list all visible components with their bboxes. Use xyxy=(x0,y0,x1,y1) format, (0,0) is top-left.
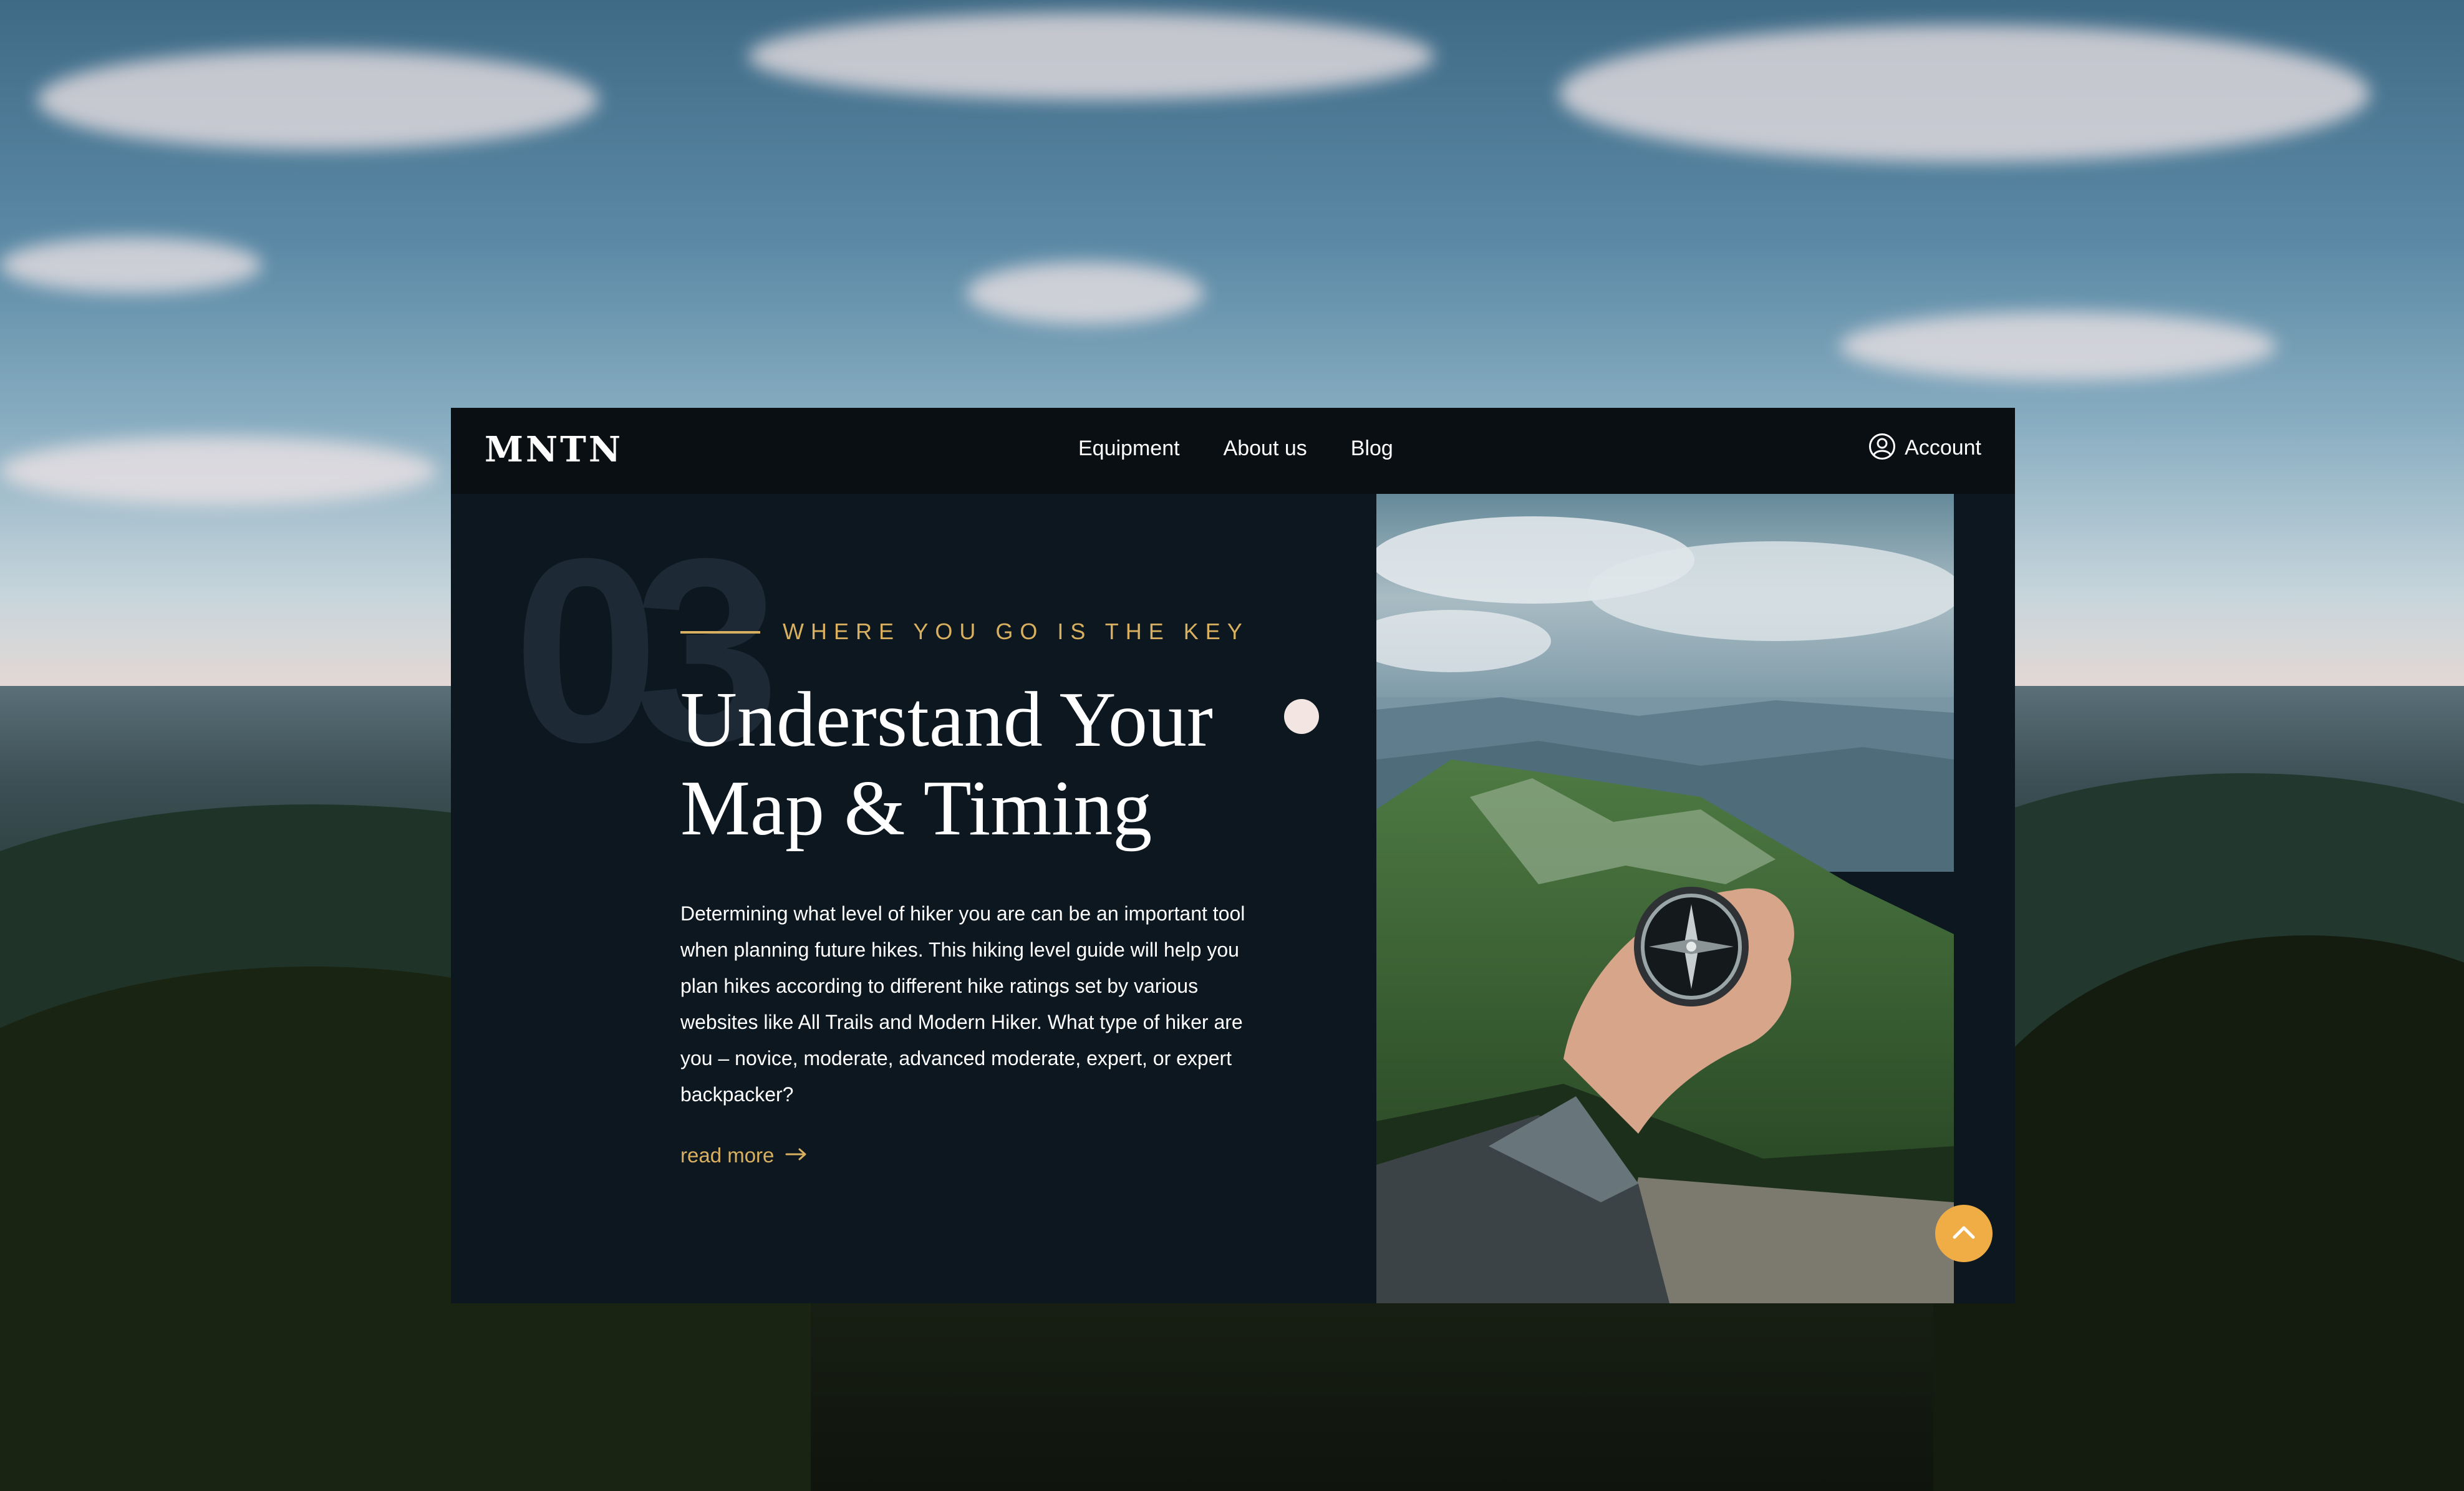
background-cloud xyxy=(1559,25,2370,162)
background-cloud xyxy=(37,50,599,150)
content-card: MNTN Equipment About us Blog Account 03 xyxy=(451,408,2015,1303)
section-title: Understand Your Map & Timing xyxy=(680,677,1214,852)
background-cloud xyxy=(0,437,437,505)
account-button[interactable]: Account xyxy=(1868,433,1981,463)
page: MNTN Equipment About us Blog Account 03 xyxy=(0,0,2464,1491)
slide-indicator-dot[interactable] xyxy=(1284,699,1319,734)
nav-link-about-us[interactable]: About us xyxy=(1224,437,1307,461)
brand-logo[interactable]: MNTN xyxy=(485,429,623,470)
nav-links: Equipment About us Blog xyxy=(1078,437,1393,461)
nav-link-blog[interactable]: Blog xyxy=(1351,437,1393,461)
section-eyebrow: WHERE YOU GO IS THE KEY xyxy=(783,619,1249,644)
background-cloud xyxy=(748,12,1434,100)
background-cloud xyxy=(1840,312,2276,380)
read-more-label: read more xyxy=(680,1144,775,1167)
scroll-to-top-button[interactable] xyxy=(1935,1205,1993,1262)
nav-link-equipment[interactable]: Equipment xyxy=(1078,437,1180,461)
chevron-up-icon xyxy=(1951,1224,1976,1243)
eyebrow-divider xyxy=(680,631,760,634)
user-circle-icon xyxy=(1868,433,1896,463)
account-label: Account xyxy=(1905,435,1981,460)
read-more-link[interactable]: read more xyxy=(680,1144,808,1167)
top-nav: MNTN Equipment About us Blog Account xyxy=(451,408,2015,494)
compass-photo xyxy=(1376,485,1954,1303)
section-body: Determining what level of hiker you are … xyxy=(680,902,1245,1106)
background-cloud xyxy=(0,237,262,293)
arrow-right-icon xyxy=(785,1147,808,1164)
background-cloud xyxy=(967,262,1204,324)
